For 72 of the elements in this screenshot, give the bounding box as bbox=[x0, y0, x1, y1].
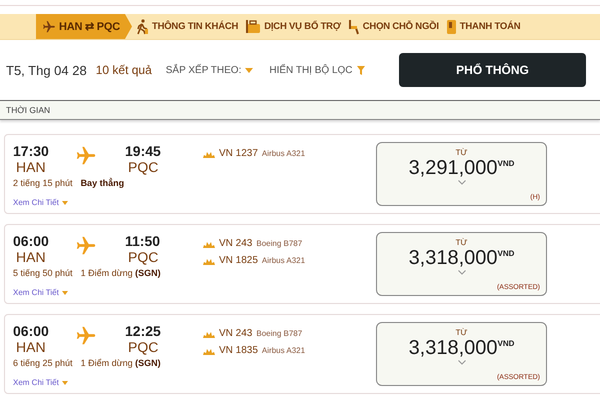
arrival-time: 19:45 bbox=[125, 143, 162, 159]
step-tab[interactable]: HAN ⇄ PQC bbox=[36, 14, 132, 39]
stops-info: Bay thẳng bbox=[80, 178, 124, 188]
chevron-down-icon bbox=[458, 270, 466, 275]
flight-duration: 5 tiếng 50 phút bbox=[13, 268, 73, 278]
airplane-icon bbox=[75, 235, 97, 257]
flight-duration: 6 tiếng 25 phút bbox=[13, 358, 73, 368]
seat-icon bbox=[348, 18, 360, 34]
arrival-airport: PQC bbox=[127, 159, 160, 175]
aircraft-type: Airbus A321 bbox=[262, 149, 306, 158]
flight-duration: 2 tiếng 15 phút bbox=[13, 178, 73, 188]
arrival-airport: PQC bbox=[127, 249, 160, 265]
airplane-icon bbox=[75, 145, 97, 167]
result-count: 10 kết quả bbox=[96, 63, 152, 77]
fare-price: 3,318,000 bbox=[408, 337, 498, 360]
aircraft-type: Boeing B787 bbox=[256, 239, 302, 248]
filter-toggle[interactable]: HIỂN THỊ BỘ LỌC bbox=[269, 64, 365, 76]
departure-time: 06:00 bbox=[13, 323, 50, 339]
filter-icon bbox=[356, 66, 365, 74]
chevron-down-icon bbox=[458, 360, 466, 365]
currency-label: VND bbox=[498, 249, 514, 258]
fare-price: 3,318,000 bbox=[408, 247, 498, 270]
step-tab[interactable]: THANH TOÁN bbox=[442, 14, 524, 39]
flight-number: VN 243 bbox=[219, 328, 252, 339]
fare-price: 3,291,000 bbox=[408, 157, 498, 180]
lotus-logo-icon bbox=[203, 150, 215, 158]
lotus-logo-icon bbox=[203, 346, 215, 354]
stops-info: 1 Điểm dừng (SGN) bbox=[80, 268, 161, 278]
walking-person-icon bbox=[134, 18, 149, 34]
step-tab[interactable]: DỊCH VỤ BỔ TRỢ bbox=[242, 14, 345, 39]
caret-icon bbox=[62, 290, 68, 294]
details-link[interactable]: Xem Chi Tiết bbox=[13, 288, 68, 297]
step-tab[interactable]: THÔNG TIN KHÁCH bbox=[132, 14, 242, 39]
price-prefix: TỪ bbox=[456, 328, 468, 337]
luggage-icon bbox=[245, 19, 262, 34]
currency-label: VND bbox=[498, 159, 514, 168]
payment-card-icon bbox=[446, 18, 457, 34]
arrival-airport: PQC bbox=[127, 339, 160, 355]
airplane-icon bbox=[42, 20, 56, 34]
sort-dropdown[interactable]: SẮP XẾP THEO: bbox=[166, 64, 254, 76]
lotus-logo-icon bbox=[203, 240, 215, 248]
aircraft-type: Airbus A321 bbox=[262, 256, 306, 265]
step-tab[interactable]: CHỌN CHỖ NGỒI bbox=[344, 14, 443, 39]
flight-number: VN 1835 bbox=[219, 345, 258, 356]
flight-number: VN 243 bbox=[219, 238, 252, 249]
details-link[interactable]: Xem Chi Tiết bbox=[13, 198, 68, 207]
flight-number: VN 1237 bbox=[219, 148, 258, 159]
caret-icon bbox=[62, 380, 68, 384]
departure-time: 06:00 bbox=[13, 233, 50, 249]
aircraft-type: Airbus A321 bbox=[262, 346, 306, 355]
lotus-logo-icon bbox=[203, 330, 215, 338]
departure-airport: HAN bbox=[15, 159, 47, 175]
flight-number: VN 1825 bbox=[219, 255, 258, 266]
caret-icon bbox=[245, 68, 254, 72]
details-link[interactable]: Xem Chi Tiết bbox=[13, 378, 68, 387]
caret-icon bbox=[62, 200, 68, 204]
arrival-time: 12:25 bbox=[125, 323, 162, 339]
departure-airport: HAN bbox=[15, 339, 47, 355]
currency-label: VND bbox=[498, 339, 514, 348]
departure-airport: HAN bbox=[15, 249, 47, 265]
stops-info: 1 Điểm dừng (SGN) bbox=[80, 358, 161, 368]
cabin-class-button[interactable]: PHỔ THÔNG bbox=[399, 53, 586, 87]
airplane-icon bbox=[75, 325, 97, 347]
price-prefix: TỪ bbox=[456, 148, 468, 157]
column-header: THỜI GIAN bbox=[6, 105, 50, 115]
departure-time: 17:30 bbox=[13, 143, 50, 159]
price-prefix: TỪ bbox=[456, 238, 468, 247]
date-label: T5, Thg 04 28 bbox=[6, 62, 87, 78]
lotus-logo-icon bbox=[203, 256, 215, 264]
aircraft-type: Boeing B787 bbox=[256, 329, 302, 338]
arrival-time: 11:50 bbox=[125, 233, 162, 249]
chevron-down-icon bbox=[458, 180, 466, 185]
